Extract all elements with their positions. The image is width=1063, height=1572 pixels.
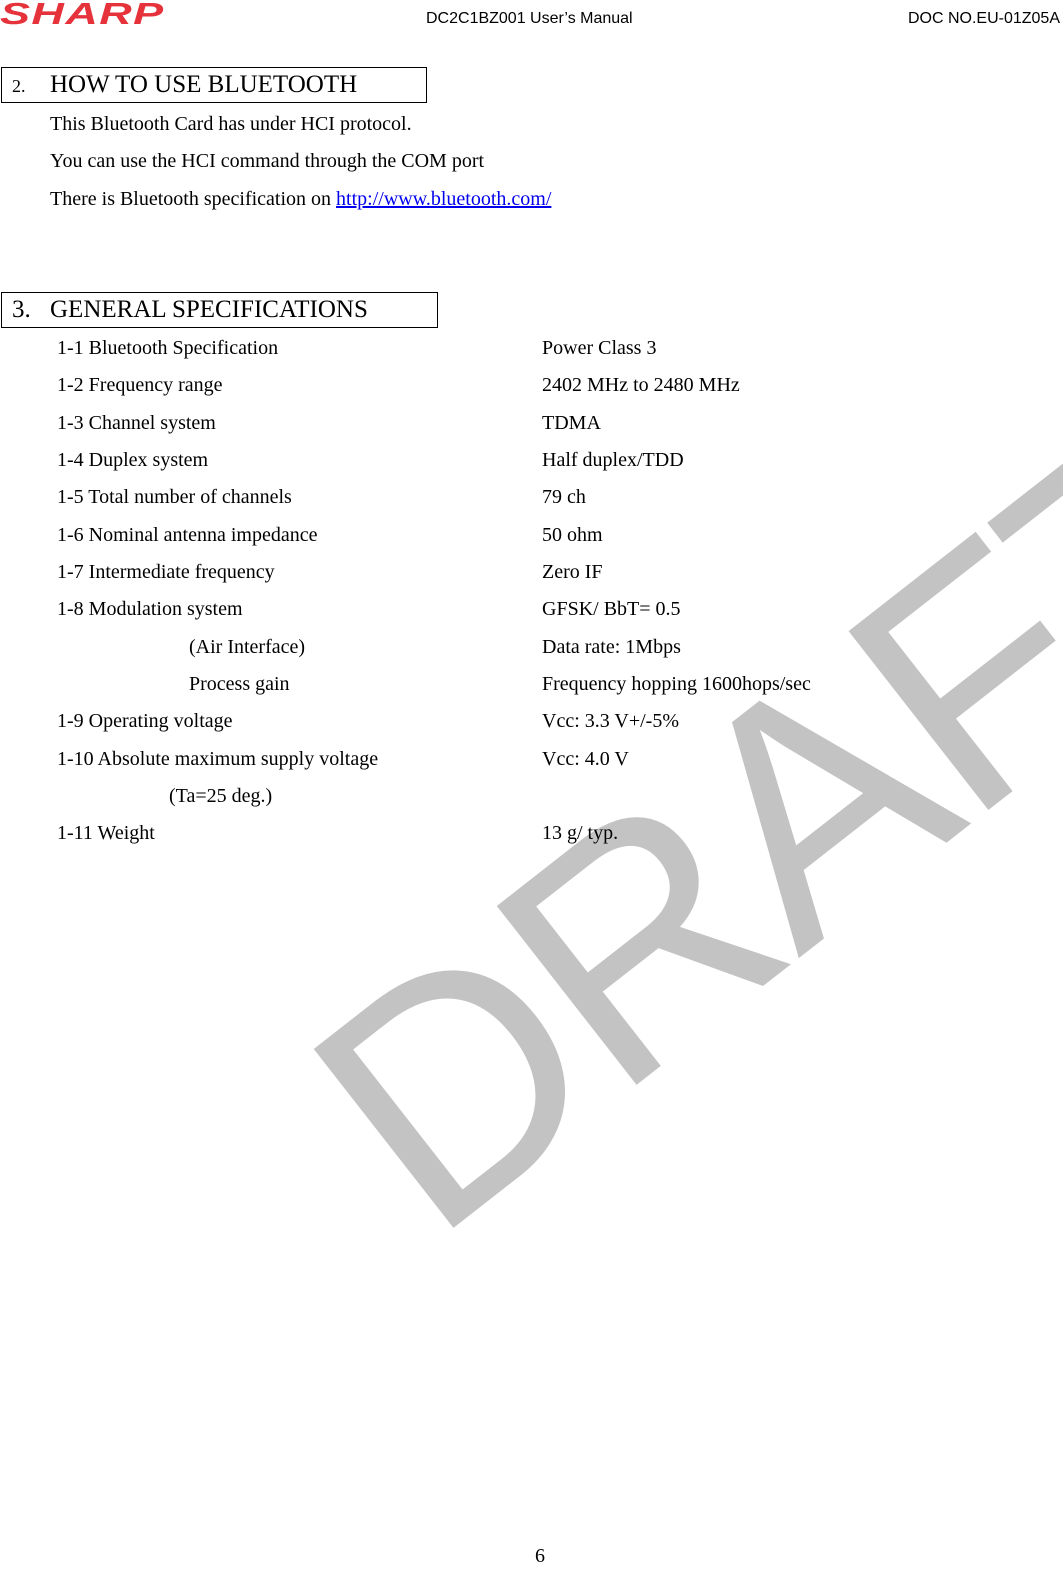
spec-label: 1-11 Weight — [57, 822, 155, 844]
spec-label: 1-4 Duplex system — [57, 449, 209, 471]
spec-value: Vcc: 3.3 V+/-5% — [542, 710, 679, 732]
paragraph-line: This Bluetooth Card has under HCI protoc… — [50, 113, 412, 135]
section-2-heading: 2. HOW TO USE BLUETOOTH — [1, 67, 427, 103]
spec-value: Frequency hopping 1600hops/sec — [542, 673, 811, 695]
spec-label: 1-2 Frequency range — [57, 374, 223, 396]
draft-watermark: DRAFT — [248, 350, 1063, 1300]
spec-value: 50 ohm — [542, 524, 603, 546]
section-3-heading: 3. GENERAL SPECIFICATIONS — [1, 292, 438, 328]
bluetooth-link[interactable]: http://www.bluetooth.com/ — [336, 188, 551, 210]
section-title: GENERAL SPECIFICATIONS — [50, 296, 368, 323]
paragraph-line: You can use the HCI command through the … — [50, 150, 485, 172]
spec-label: (Ta=25 deg.) — [169, 785, 273, 807]
page-number: 6 — [535, 1545, 545, 1567]
document-number: DOC NO.EU-01Z05A — [907, 10, 1060, 27]
spec-value: Half duplex/TDD — [542, 449, 684, 471]
spec-value: 2402 MHz to 2480 MHz — [542, 374, 740, 396]
spec-value: 13 g/ typ. — [542, 822, 619, 844]
sharp-logo: SHARP — [0, 0, 165, 31]
section-title: HOW TO USE BLUETOOTH — [50, 71, 358, 98]
spec-line-prefix: There is Bluetooth specification on — [50, 188, 337, 210]
section-number: 2. — [12, 76, 26, 96]
spec-value: Data rate: 1Mbps — [542, 636, 681, 658]
spec-label: 1-10 Absolute maximum supply voltage — [57, 748, 379, 770]
spec-value: Vcc: 4.0 V — [542, 748, 629, 770]
section-number: 3. — [12, 296, 31, 323]
spec-label: 1-7 Intermediate frequency — [57, 561, 275, 583]
spec-value: GFSK/ BbT= 0.5 — [542, 598, 681, 620]
spec-label: (Air Interface) — [189, 636, 306, 658]
spec-value: TDMA — [542, 412, 601, 434]
document-title: DC2C1BZ001 User’s Manual — [426, 10, 633, 27]
spec-label: 1-6 Nominal antenna impedance — [57, 524, 318, 546]
spec-label: Process gain — [189, 673, 290, 695]
spec-label: 1-3 Channel system — [57, 412, 216, 434]
spec-label: 1-8 Modulation system — [57, 598, 243, 620]
spec-label: 1-5 Total number of channels — [57, 486, 292, 508]
spec-label: 1-1 Bluetooth Specification — [57, 337, 279, 359]
spec-value: Power Class 3 — [542, 337, 657, 359]
spec-label: 1-9 Operating voltage — [57, 710, 233, 732]
paragraph-line: There is Bluetooth specification on http… — [50, 188, 551, 211]
spec-value: 79 ch — [542, 486, 586, 508]
spec-value: Zero IF — [542, 561, 603, 583]
